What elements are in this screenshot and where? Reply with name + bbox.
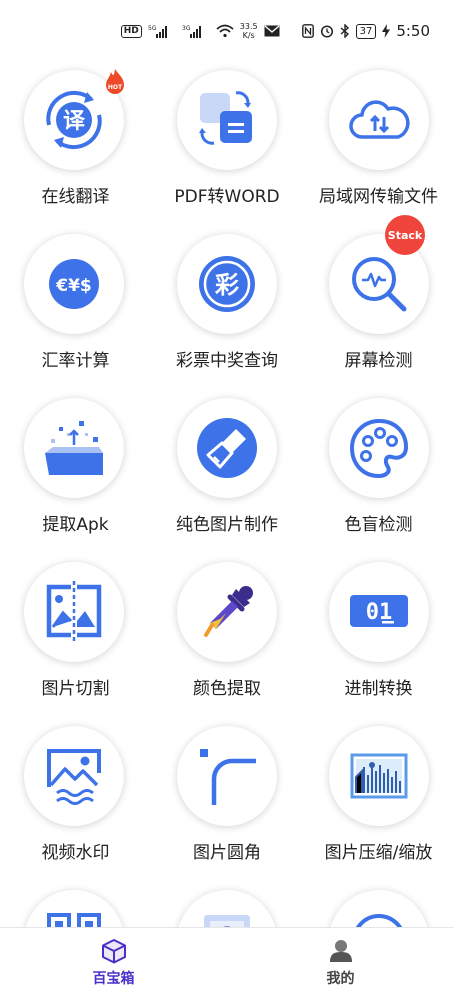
tool-icon-circle bbox=[177, 726, 277, 826]
tool-video-watermark[interactable]: 视频水印 bbox=[0, 718, 151, 882]
gallery-icon bbox=[204, 915, 250, 928]
tool-color-extract[interactable]: 颜色提取 bbox=[151, 554, 303, 718]
tool-icon-circle bbox=[177, 890, 277, 928]
tool-icon-circle bbox=[329, 70, 429, 170]
extract-apk-icon bbox=[45, 421, 103, 475]
svg-text:彩: 彩 bbox=[214, 271, 239, 299]
tab-mine[interactable]: 我的 bbox=[227, 928, 454, 998]
tool-label: PDF转WORD bbox=[174, 187, 280, 207]
tool-icon-circle bbox=[329, 726, 429, 826]
tool-gallery[interactable] bbox=[151, 882, 303, 928]
battery-indicator: 37 bbox=[355, 23, 377, 39]
image-compress-icon bbox=[350, 753, 408, 799]
binary-convert-icon: 01 bbox=[350, 595, 408, 627]
alarm-icon bbox=[320, 24, 334, 38]
tool-icon-circle bbox=[24, 398, 124, 498]
currency-icon: €¥$ bbox=[49, 259, 99, 309]
palette-icon bbox=[350, 419, 408, 478]
tool-misc[interactable] bbox=[303, 882, 454, 928]
tab-mine-label: 我的 bbox=[326, 971, 355, 987]
tool-icon-circle bbox=[24, 726, 124, 826]
signal-icon-2: 3G bbox=[182, 24, 210, 38]
cloud-transfer-icon bbox=[349, 100, 410, 139]
clock: 5:50 bbox=[396, 22, 430, 40]
tool-label: 在线翻译 bbox=[41, 187, 110, 207]
color-picker-icon bbox=[204, 586, 253, 637]
status-bar: HD 5G 3G 33.5 K/s 37 5:50 bbox=[0, 0, 454, 62]
tool-label: 彩票中奖查询 bbox=[176, 351, 278, 371]
svg-text:€¥$: €¥$ bbox=[55, 276, 92, 296]
tool-icon-circle bbox=[24, 562, 124, 662]
paint-brush-icon bbox=[197, 418, 257, 478]
tool-icon-circle: 01 bbox=[329, 562, 429, 662]
tool-label: 颜色提取 bbox=[193, 679, 261, 699]
mail-icon bbox=[264, 25, 280, 37]
image-cut-icon bbox=[46, 581, 102, 643]
network-speed: 33.5 K/s bbox=[239, 22, 258, 40]
tool-pdf-to-word[interactable]: PDF转WORD bbox=[151, 62, 303, 226]
signal-icon: 5G bbox=[148, 24, 176, 38]
nfc-icon bbox=[301, 24, 314, 38]
hd-indicator: HD bbox=[120, 24, 142, 38]
tool-base-convert[interactable]: 01 进制转换 bbox=[303, 554, 454, 718]
tool-label: 局域网传输文件 bbox=[319, 187, 438, 207]
bluetooth-icon bbox=[340, 24, 350, 38]
svg-text:译: 译 bbox=[63, 109, 86, 134]
tool-lottery-check[interactable]: 彩 彩票中奖查询 bbox=[151, 226, 303, 390]
box-icon bbox=[101, 939, 126, 964]
bottom-nav: 百宝箱 我的 bbox=[0, 927, 454, 998]
tool-icon-circle: €¥$ bbox=[24, 234, 124, 334]
misc-tool-icon bbox=[355, 914, 403, 928]
tool-grid: 译 HOT 在线翻译 PDF转WORD 局域网传输文件 €¥$ 汇率计算 彩 彩… bbox=[0, 62, 454, 928]
tool-color-blind-test[interactable]: 色盲检测 bbox=[303, 390, 454, 554]
tool-icon-circle bbox=[177, 70, 277, 170]
lottery-icon: 彩 bbox=[199, 256, 255, 312]
tool-exchange-rate[interactable]: €¥$ 汇率计算 bbox=[0, 226, 151, 390]
tool-icon-circle bbox=[329, 398, 429, 498]
qr-icon bbox=[47, 913, 101, 928]
tab-toolbox[interactable]: 百宝箱 bbox=[0, 928, 227, 998]
tool-label: 图片切割 bbox=[41, 679, 110, 699]
tool-image-round-corner[interactable]: 图片圆角 bbox=[151, 718, 303, 882]
charging-icon bbox=[382, 24, 391, 38]
wifi-icon bbox=[216, 24, 234, 38]
tool-label: 图片圆角 bbox=[193, 843, 261, 863]
svg-text:HOT: HOT bbox=[108, 84, 123, 91]
tool-label: 提取Apk bbox=[42, 515, 109, 535]
video-watermark-icon bbox=[47, 749, 101, 805]
tool-label: 汇率计算 bbox=[41, 351, 110, 371]
round-corner-icon bbox=[200, 749, 256, 805]
tab-toolbox-label: 百宝箱 bbox=[92, 971, 135, 987]
tool-label: 纯色图片制作 bbox=[176, 515, 278, 535]
tool-icon-circle bbox=[329, 890, 429, 928]
tool-label: 视频水印 bbox=[41, 843, 110, 863]
screen-check-icon bbox=[352, 257, 407, 312]
tool-label: 屏幕检测 bbox=[344, 351, 413, 371]
tool-image-compress[interactable]: 图片压缩/缩放 bbox=[303, 718, 454, 882]
tool-solid-color-image[interactable]: 纯色图片制作 bbox=[151, 390, 303, 554]
tool-label: 进制转换 bbox=[344, 679, 413, 699]
tool-image-cut[interactable]: 图片切割 bbox=[0, 554, 151, 718]
user-icon bbox=[329, 940, 352, 962]
tool-icon-circle bbox=[177, 562, 277, 662]
translate-icon: 译 bbox=[46, 90, 102, 150]
tool-icon-circle: 彩 bbox=[177, 234, 277, 334]
pdf-convert-icon bbox=[199, 91, 252, 145]
hot-badge-icon: HOT bbox=[106, 69, 124, 94]
tool-label: 图片压缩/缩放 bbox=[324, 843, 433, 863]
tool-qr[interactable] bbox=[0, 882, 151, 928]
tool-icon-circle bbox=[24, 890, 124, 928]
stack-badge[interactable]: Stack bbox=[385, 215, 425, 255]
tool-icon-circle bbox=[177, 398, 277, 498]
svg-text:5G: 5G bbox=[148, 25, 157, 32]
tool-extract-apk[interactable]: 提取Apk bbox=[0, 390, 151, 554]
svg-text:3G: 3G bbox=[182, 25, 191, 32]
tool-label: 色盲检测 bbox=[344, 515, 413, 535]
tool-online-translate[interactable]: 译 HOT 在线翻译 bbox=[0, 62, 151, 226]
tool-screen-check[interactable]: Stack 屏幕检测 bbox=[303, 215, 454, 390]
tool-lan-transfer[interactable]: 局域网传输文件 bbox=[303, 62, 454, 226]
